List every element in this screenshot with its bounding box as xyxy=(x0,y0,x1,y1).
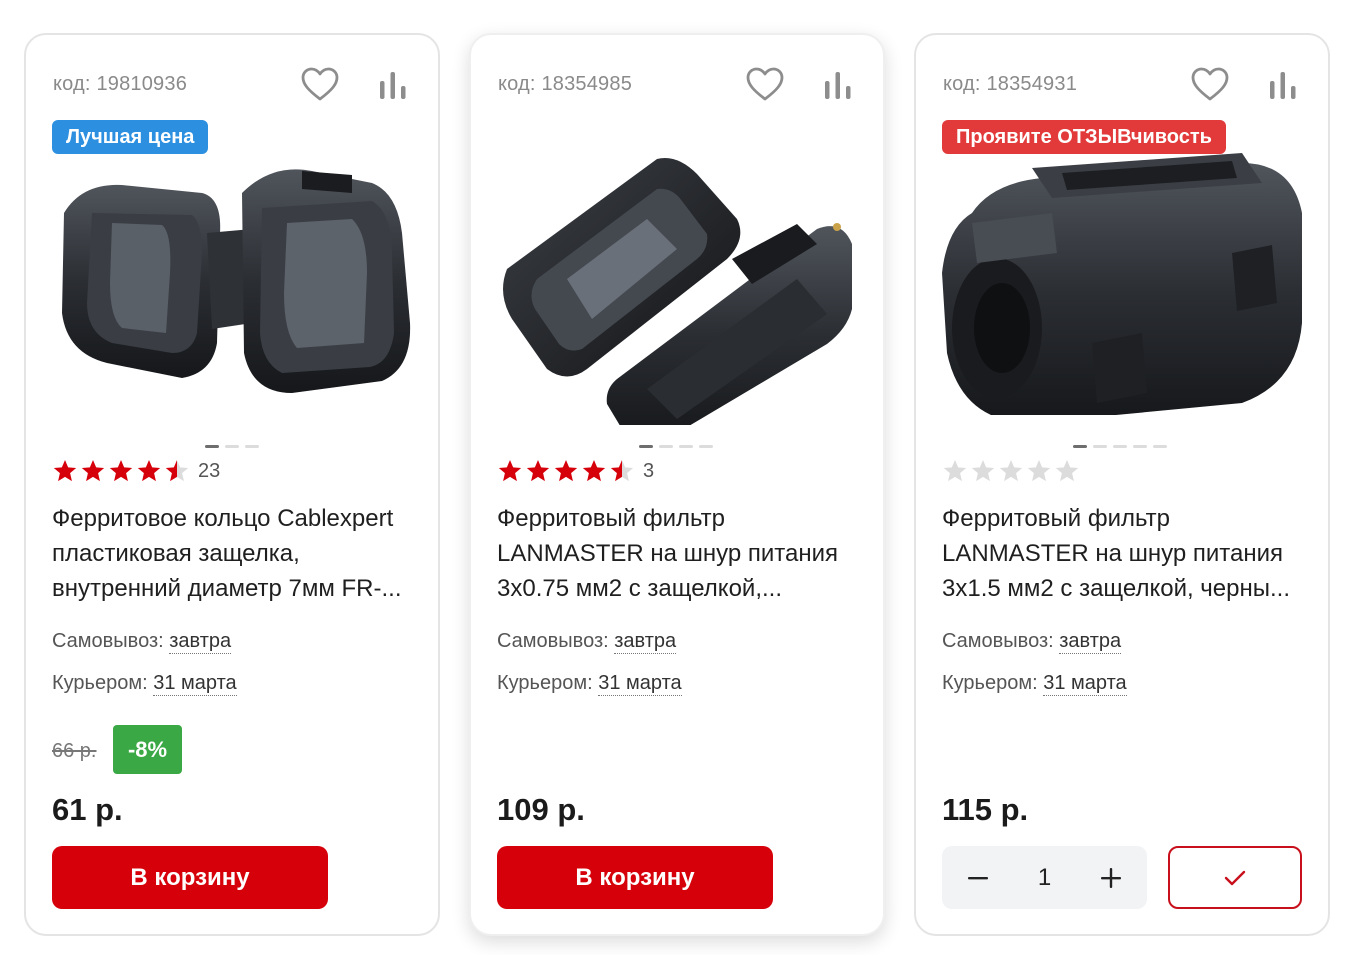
heart-outline-icon[interactable] xyxy=(300,65,340,105)
pickup-info: Самовывоз: завтра xyxy=(52,630,232,654)
pager-dot[interactable] xyxy=(1093,445,1107,448)
star-icon xyxy=(80,458,106,484)
rating-count: 23 xyxy=(198,459,221,482)
discount-badge: -8% xyxy=(113,725,182,774)
best-price-badge: Лучшая цена xyxy=(52,120,209,154)
product-image[interactable] xyxy=(942,153,1304,415)
bar-chart-icon[interactable] xyxy=(821,69,855,103)
courier-date-link[interactable]: 31 марта xyxy=(598,672,682,696)
star-icon xyxy=(581,458,607,484)
checkmark-icon xyxy=(1224,870,1246,885)
quantity-value[interactable]: 1 xyxy=(1038,864,1051,892)
star-icon xyxy=(942,458,968,484)
old-price: 66 р. xyxy=(52,740,97,762)
star-icon xyxy=(525,458,551,484)
pager-dot[interactable] xyxy=(225,445,239,448)
star-icon xyxy=(497,458,523,484)
pager-dot[interactable] xyxy=(1153,445,1167,448)
product-code: код: 18354931 xyxy=(943,73,1078,95)
quantity-stepper[interactable]: 1 xyxy=(942,846,1147,909)
pickup-info: Самовывоз: завтра xyxy=(942,630,1122,654)
in-cart-button[interactable] xyxy=(1168,846,1302,909)
pager-dot[interactable] xyxy=(245,445,259,448)
add-to-cart-button[interactable]: В корзину xyxy=(497,846,773,909)
bar-chart-icon[interactable] xyxy=(1266,69,1300,103)
star-icon xyxy=(52,458,78,484)
product-card[interactable]: код: 19810936 Лучшая цена 23 Ферритовое … xyxy=(24,33,440,936)
pager-dot[interactable] xyxy=(699,445,713,448)
pager-dot[interactable] xyxy=(205,445,219,448)
bar-chart-icon[interactable] xyxy=(376,69,410,103)
price: 115 р. xyxy=(942,792,1029,827)
heart-outline-icon[interactable] xyxy=(745,65,785,105)
courier-date-link[interactable]: 31 марта xyxy=(153,672,237,696)
add-to-cart-button[interactable]: В корзину xyxy=(52,846,328,909)
price: 109 р. xyxy=(497,792,585,827)
review-campaign-badge: Проявите ОТЗЫВчивость xyxy=(942,120,1226,154)
pickup-date-link[interactable]: завтра xyxy=(614,630,677,654)
courier-label: Курьером: xyxy=(52,672,148,694)
title-line[interactable]: пластиковая защелка, xyxy=(52,536,416,571)
image-pager[interactable] xyxy=(1073,445,1167,449)
star-icon xyxy=(164,458,190,484)
product-title[interactable]: Ферритовое кольцо Cablexpert пластиковая… xyxy=(52,501,416,606)
pickup-label: Самовывоз: xyxy=(52,630,164,652)
image-pager[interactable] xyxy=(205,445,259,449)
pager-dot[interactable] xyxy=(1113,445,1127,448)
heart-outline-icon[interactable] xyxy=(1190,65,1230,105)
title-line[interactable]: 3х0.75 мм2 с защелкой,... xyxy=(497,571,861,606)
pager-dot[interactable] xyxy=(679,445,693,448)
price: 61 р. xyxy=(52,792,123,827)
product-image[interactable] xyxy=(497,135,859,425)
title-line[interactable]: LANMASTER на шнур питания xyxy=(942,536,1306,571)
rating[interactable]: 3 xyxy=(497,458,654,484)
product-code: код: 18354985 xyxy=(498,73,633,95)
minus-icon[interactable] xyxy=(964,864,992,892)
title-line[interactable]: Ферритовый фильтр xyxy=(497,501,861,536)
courier-date-link[interactable]: 31 марта xyxy=(1043,672,1127,696)
pickup-label: Самовывоз: xyxy=(942,630,1054,652)
image-pager[interactable] xyxy=(639,445,713,449)
courier-label: Курьером: xyxy=(942,672,1038,694)
product-code: код: 19810936 xyxy=(53,73,188,95)
rating[interactable]: 23 xyxy=(52,458,220,484)
courier-info: Курьером: 31 марта xyxy=(497,672,682,696)
star-icon xyxy=(1054,458,1080,484)
star-icon xyxy=(970,458,996,484)
courier-label: Курьером: xyxy=(497,672,593,694)
rating-count: 3 xyxy=(643,459,655,482)
product-image[interactable] xyxy=(52,153,414,415)
pager-dot[interactable] xyxy=(639,445,653,448)
product-title[interactable]: Ферритовый фильтр LANMASTER на шнур пита… xyxy=(497,501,861,606)
title-line[interactable]: 3х1.5 мм2 с защелкой, черны... xyxy=(942,571,1306,606)
title-line[interactable]: LANMASTER на шнур питания xyxy=(497,536,861,571)
star-icon xyxy=(136,458,162,484)
product-card[interactable]: код: 18354985 3 Ферритовый фильтр LANMAS… xyxy=(469,33,885,936)
star-icon xyxy=(553,458,579,484)
title-line[interactable]: Ферритовое кольцо Cablexpert xyxy=(52,501,416,536)
pickup-date-link[interactable]: завтра xyxy=(1059,630,1122,654)
courier-info: Курьером: 31 марта xyxy=(942,672,1127,696)
star-icon xyxy=(609,458,635,484)
rating[interactable] xyxy=(942,458,1082,484)
pager-dot[interactable] xyxy=(1073,445,1087,448)
star-icon xyxy=(998,458,1024,484)
pickup-label: Самовывоз: xyxy=(497,630,609,652)
pager-dot[interactable] xyxy=(659,445,673,448)
pager-dot[interactable] xyxy=(1133,445,1147,448)
plus-icon[interactable] xyxy=(1097,864,1125,892)
pickup-info: Самовывоз: завтра xyxy=(497,630,677,654)
courier-info: Курьером: 31 марта xyxy=(52,672,237,696)
title-line[interactable]: Ферритовый фильтр xyxy=(942,501,1306,536)
product-title[interactable]: Ферритовый фильтр LANMASTER на шнур пита… xyxy=(942,501,1306,606)
star-icon xyxy=(108,458,134,484)
star-icon xyxy=(1026,458,1052,484)
pickup-date-link[interactable]: завтра xyxy=(169,630,232,654)
product-card[interactable]: код: 18354931 Проявите ОТЗЫВчивость Ферр… xyxy=(914,33,1330,936)
title-line[interactable]: внутренний диаметр 7мм FR-... xyxy=(52,571,416,606)
